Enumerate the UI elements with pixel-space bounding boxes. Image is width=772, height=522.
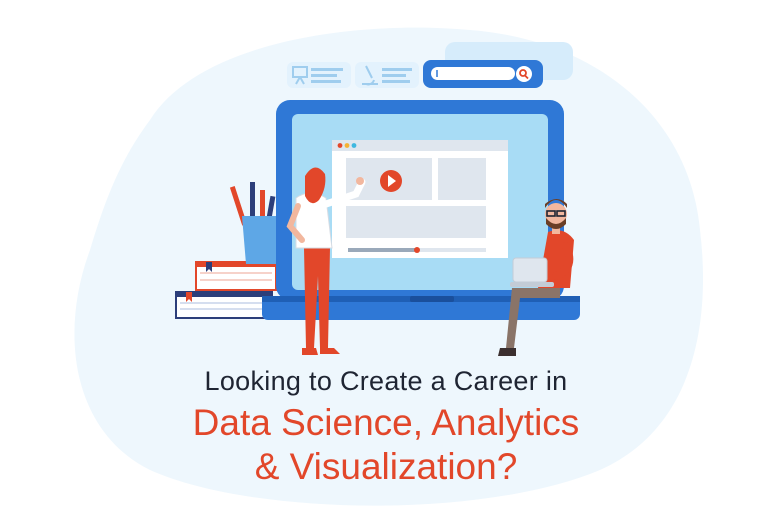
headline-line-2: Data Science, Analytics (192, 402, 580, 443)
illustration-stage: Looking to Create a Career in Data Scien… (0, 0, 772, 522)
video-progress-fill (348, 248, 417, 252)
headline-line-3: & Visualization? (254, 446, 518, 487)
search-widget (423, 60, 543, 88)
video-progress-knob (414, 247, 420, 253)
headline-line-1: Looking to Create a Career in (204, 366, 568, 396)
video-window (332, 140, 508, 258)
presentation-widget (287, 62, 351, 88)
play-icon (380, 170, 402, 192)
search-icon (516, 66, 532, 82)
microscope-widget (355, 62, 419, 88)
